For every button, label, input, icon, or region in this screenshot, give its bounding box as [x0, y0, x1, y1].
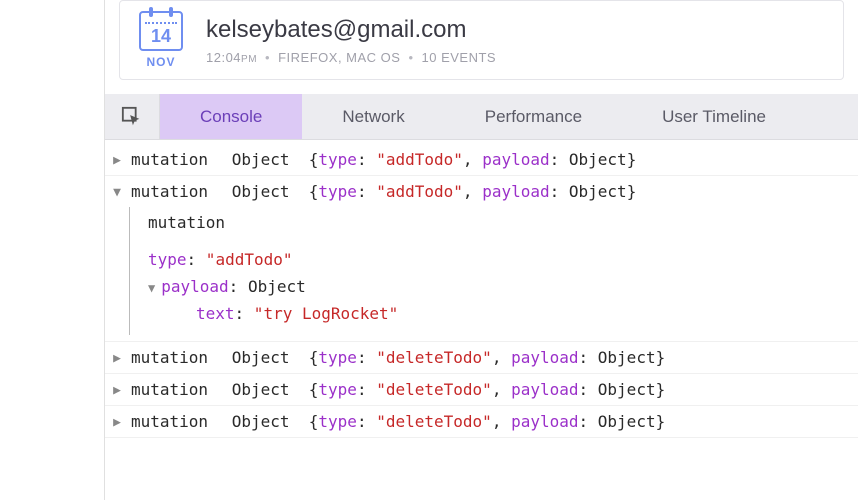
- expanded-body: mutation type: "addTodo" ▼payload: Objec…: [129, 207, 850, 335]
- log-row-expanded: ▼ mutation Object {type: "addTodo", payl…: [105, 176, 858, 341]
- tab-console[interactable]: Console: [160, 94, 302, 139]
- inspect-icon: [121, 106, 143, 128]
- left-gutter: [0, 0, 105, 500]
- log-row-header[interactable]: ▼ mutation Object {type: "addTodo", payl…: [109, 182, 850, 201]
- log-content: mutation Object {type: "deleteTodo", pay…: [131, 412, 665, 431]
- session-events: 10 EVENTS: [422, 50, 497, 65]
- tab-timeline[interactable]: User Timeline: [622, 94, 806, 139]
- expanded-text-line: text: "try LogRocket": [148, 300, 850, 327]
- console-output: ▶ mutation Object {type: "addTodo", payl…: [105, 140, 858, 500]
- calendar-icon: 14 NOV: [134, 11, 188, 69]
- log-row[interactable]: ▶ mutation Object {type: "deleteTodo", p…: [105, 406, 858, 438]
- expanded-payload-line[interactable]: ▼payload: Object: [148, 273, 850, 300]
- meta-separator: •: [265, 50, 270, 65]
- expand-caret-icon[interactable]: ▶: [109, 348, 125, 366]
- session-meta: 12:04PM • FIREFOX, MAC OS • 10 EVENTS: [206, 50, 829, 65]
- session-time: 12:04PM: [206, 50, 257, 65]
- calendar-day: 14: [151, 26, 171, 47]
- log-content: mutation Object {type: "addTodo", payloa…: [131, 150, 636, 169]
- expanded-label: mutation: [148, 209, 850, 236]
- log-content: mutation Object {type: "deleteTodo", pay…: [131, 380, 665, 399]
- session-card[interactable]: 14 NOV kelseybates@gmail.com 12:04PM • F…: [119, 0, 844, 80]
- expanded-type-line: type: "addTodo": [148, 246, 850, 273]
- session-email: kelseybates@gmail.com: [206, 16, 829, 44]
- expand-caret-icon[interactable]: ▶: [109, 150, 125, 168]
- session-info: kelseybates@gmail.com 12:04PM • FIREFOX,…: [206, 16, 829, 65]
- tab-network[interactable]: Network: [302, 94, 444, 139]
- expand-caret-icon[interactable]: ▶: [109, 380, 125, 398]
- collapse-caret-icon[interactable]: ▼: [109, 182, 125, 201]
- tab-performance[interactable]: Performance: [445, 94, 622, 139]
- main-panel: 14 NOV kelseybates@gmail.com 12:04PM • F…: [105, 0, 858, 500]
- tab-bar: Console Network Performance User Timelin…: [105, 94, 858, 140]
- log-row[interactable]: ▶ mutation Object {type: "addTodo", payl…: [105, 144, 858, 176]
- collapse-caret-icon[interactable]: ▼: [148, 281, 155, 295]
- log-row[interactable]: ▶ mutation Object {type: "deleteTodo", p…: [105, 341, 858, 374]
- calendar-month: NOV: [146, 55, 175, 69]
- log-row[interactable]: ▶ mutation Object {type: "deleteTodo", p…: [105, 374, 858, 406]
- log-content: mutation Object {type: "deleteTodo", pay…: [131, 348, 665, 367]
- inspect-button[interactable]: [105, 94, 160, 139]
- log-content: mutation Object {type: "addTodo", payloa…: [131, 182, 636, 201]
- meta-separator: •: [408, 50, 413, 65]
- session-browser: FIREFOX, MAC OS: [278, 50, 400, 65]
- expand-caret-icon[interactable]: ▶: [109, 412, 125, 430]
